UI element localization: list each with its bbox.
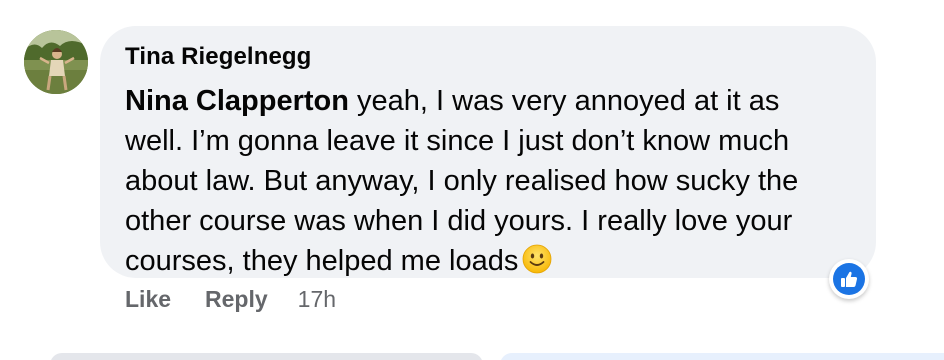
like-button[interactable]: Like — [125, 286, 171, 313]
reaction-badge[interactable] — [829, 259, 869, 299]
mention-link[interactable]: Nina Clapperton — [125, 85, 349, 117]
avatar-photo — [24, 30, 88, 94]
timestamp[interactable]: 17h — [298, 286, 336, 313]
comment-actions: Like Reply 17h — [125, 284, 336, 314]
comment-text: Nina Clapperton yeah, I was very annoyed… — [125, 81, 845, 285]
comment-thread: Tina Riegelnegg Nina Clapperton yeah, I … — [0, 0, 944, 360]
comment-author[interactable]: Tina Riegelnegg — [125, 42, 852, 72]
avatar[interactable] — [24, 30, 88, 94]
slightly-smiling-face-emoji — [522, 244, 552, 285]
reply-button[interactable]: Reply — [205, 286, 268, 313]
next-comment-highlight — [500, 353, 944, 360]
next-comment-bubble — [50, 353, 483, 360]
comment-bubble: Tina Riegelnegg Nina Clapperton yeah, I … — [100, 26, 876, 278]
like-icon — [833, 263, 865, 295]
